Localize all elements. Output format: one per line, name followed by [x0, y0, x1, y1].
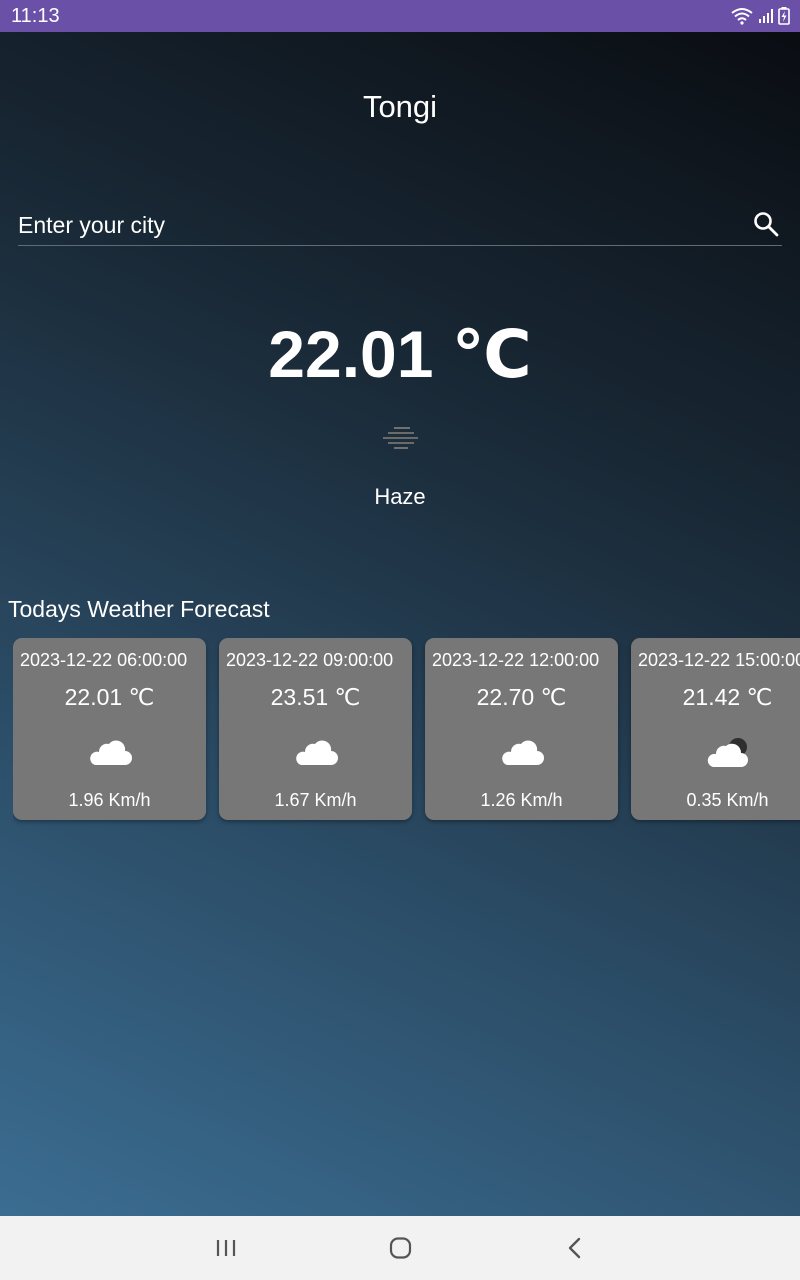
forecast-time: 2023-12-22 09:00:00 [226, 650, 394, 670]
forecast-temp: 22.01 ℃ [64, 684, 155, 710]
forecast-wind: 1.96 Km/h [68, 790, 151, 810]
signal-icon [759, 9, 773, 23]
cloud-icon [296, 740, 338, 765]
battery-icon [778, 7, 790, 25]
forecast-temp: 23.51 ℃ [270, 684, 361, 710]
forecast-wind: 0.35 Km/h [686, 790, 769, 810]
forecast-time: 2023-12-22 15:00:00 [638, 650, 800, 670]
city-title: Tongi [362, 89, 438, 124]
forecast-card[interactable]: 2023-12-22 09:00:00 23.51 ℃ 1.67 Km/h [219, 638, 412, 820]
forecast-wind: 1.26 Km/h [480, 790, 563, 810]
weather-app: Tongi 22.01 ℃ Haze Todays Weather Foreca… [0, 32, 800, 1216]
search-icon[interactable] [752, 210, 780, 238]
weather-condition: Haze [374, 484, 426, 509]
forecast-wind: 1.67 Km/h [274, 790, 357, 810]
forecast-time: 2023-12-22 12:00:00 [432, 650, 600, 670]
status-bar: 11:13 [0, 0, 800, 32]
status-time: 11:13 [11, 5, 60, 27]
forecast-card[interactable]: 2023-12-22 12:00:00 22.70 ℃ 1.26 Km/h [425, 638, 618, 820]
cloud-moon-icon [707, 738, 748, 767]
wifi-icon [731, 8, 753, 25]
current-temperature: 22.01 ℃ [268, 317, 532, 391]
recent-apps-icon[interactable] [211, 1234, 241, 1262]
back-icon[interactable] [560, 1234, 590, 1262]
status-icons [730, 6, 790, 26]
forecast-temp: 21.42 ℃ [682, 684, 773, 710]
search-input[interactable] [18, 210, 738, 240]
forecast-title: Todays Weather Forecast [8, 596, 270, 622]
cloud-icon [502, 740, 544, 765]
forecast-temp: 22.70 ℃ [476, 684, 567, 710]
cloud-icon [90, 740, 132, 765]
forecast-card[interactable]: 2023-12-22 15:00:00 21.42 ℃ 0.35 Km/h [631, 638, 800, 820]
forecast-time: 2023-12-22 06:00:00 [20, 650, 188, 670]
home-icon[interactable] [385, 1234, 415, 1262]
haze-icon [383, 427, 418, 449]
forecast-card[interactable]: 2023-12-22 06:00:00 22.01 ℃ 1.96 Km/h [13, 638, 206, 820]
search-bar [18, 200, 782, 246]
navigation-bar [0, 1216, 800, 1280]
forecast-list[interactable]: 2023-12-22 06:00:00 22.01 ℃ 1.96 Km/h 20… [13, 638, 800, 828]
